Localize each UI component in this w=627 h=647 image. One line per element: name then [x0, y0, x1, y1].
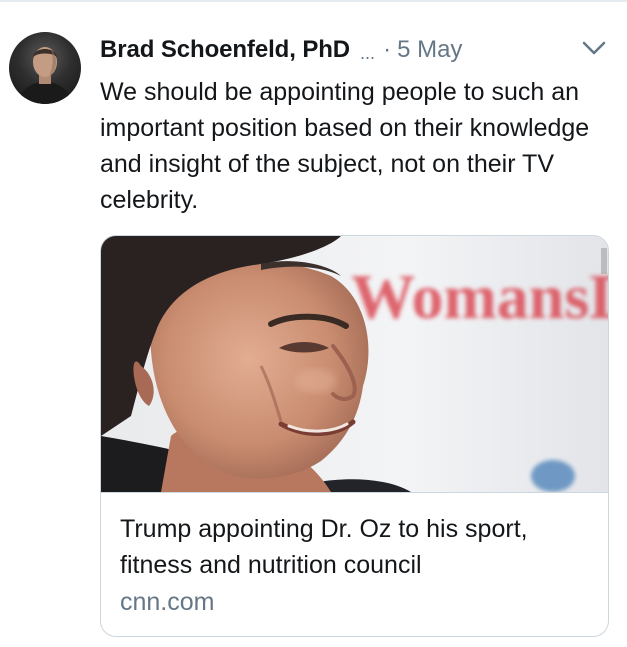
tweet-header: Brad Schoenfeld, PhD ... · 5 May [100, 33, 620, 67]
tweet-timestamp[interactable]: 5 May [397, 36, 462, 64]
tweet-text: We should be appointing people to such a… [100, 78, 590, 214]
tweet-menu-button[interactable] [580, 38, 608, 58]
chevron-down-icon [582, 41, 606, 55]
backdrop-logo: WomansDay [351, 261, 609, 332]
author-avatar[interactable] [9, 32, 81, 104]
avatar-photo-icon [17, 47, 73, 104]
card-divider [101, 492, 608, 493]
author-truncation: ... [360, 42, 376, 63]
link-card[interactable]: WomansDay [100, 235, 609, 637]
card-image[interactable]: WomansDay [101, 236, 609, 492]
card-title[interactable]: Trump appointing Dr. Oz to his sport, fi… [120, 511, 590, 583]
author-name[interactable]: Brad Schoenfeld, PhD [100, 36, 350, 64]
top-divider [0, 0, 627, 2]
portrait-photo-icon: WomansDay [101, 236, 609, 492]
separator-dot: · [383, 36, 392, 63]
card-domain: cnn.com [120, 588, 215, 616]
